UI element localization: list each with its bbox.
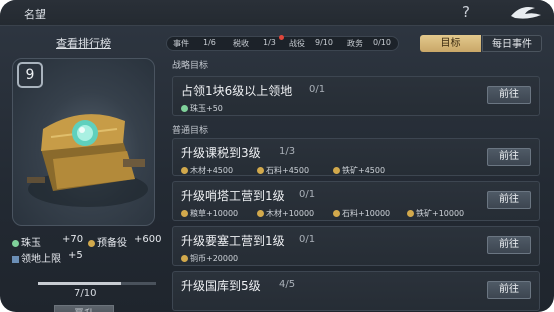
stone-icon (333, 210, 340, 217)
stat-jade-value: +70 (62, 234, 84, 245)
goal-reward: 石料+4500 (257, 165, 309, 176)
jade-icon (181, 105, 188, 112)
fame-panel: 名望 ? 查看排行榜 9 珠玉 +70 预备役 +600 领地上限 +5 7/1… (0, 0, 554, 312)
goal-row: 升级要塞工营到1级 0/1 铜币+20000 前往 (172, 226, 540, 266)
goal-count: 0/1 (309, 84, 326, 95)
stat-territory-value: +5 (68, 250, 83, 261)
tab-daily-events[interactable]: 每日事件 (482, 35, 542, 52)
stat-battle-label[interactable]: 战役 (289, 38, 305, 49)
goal-count: 0/1 (299, 234, 316, 245)
goal-reward: 粮草+10000 (181, 208, 238, 219)
stat-label: 预备役 (97, 238, 127, 249)
stat-events-value: 1/6 (203, 38, 216, 47)
notification-dot-icon (279, 35, 284, 40)
goal-name: 升级要塞工营到1级 (181, 234, 285, 248)
goal-name: 升级哨塔工营到1级 (181, 189, 285, 203)
goal-reward: 木材+10000 (257, 208, 314, 219)
goal-row: 升级国库到5级 4/5 前往 (172, 271, 540, 311)
stat-reserve: 预备役 (88, 234, 127, 249)
goal-row: 占领1块6级以上领地 0/1 珠玉+50 前往 (172, 76, 540, 116)
goal-name: 升级课税到3级 (181, 146, 261, 160)
rank-progress-bar (38, 282, 156, 285)
goal-reward: 珠玉+50 (181, 103, 223, 114)
rank-card: 9 (12, 58, 155, 226)
iron-icon (407, 210, 414, 217)
rank-panel: 查看排行榜 9 珠玉 +70 预备役 +600 领地上限 +5 7/10 (0, 26, 162, 312)
goto-button[interactable]: 前往 (487, 191, 531, 209)
stat-events-label[interactable]: 事件 (173, 38, 189, 49)
help-icon[interactable]: ? (462, 3, 470, 21)
rank-progress-fill (38, 282, 121, 285)
stat-tax-label[interactable]: 税收 (233, 38, 249, 49)
reserve-icon (88, 239, 95, 247)
jade-icon (12, 239, 19, 247)
close-icon[interactable] (505, 2, 545, 22)
goal-name: 占领1块6级以上领地 (181, 84, 293, 98)
panel-title: 名望 (24, 8, 46, 21)
copper-coin-icon (181, 255, 188, 262)
section-strategic-title: 战略目标 (172, 61, 209, 71)
goal-reward: 铁矿+10000 (407, 208, 464, 219)
grain-icon (181, 210, 188, 217)
section-normal-title: 普通目标 (172, 126, 209, 136)
stat-govern-label[interactable]: 政务 (347, 38, 363, 49)
goal-reward: 石料+10000 (333, 208, 390, 219)
goto-button[interactable]: 前往 (487, 148, 531, 166)
stat-tax-value: 1/3 (263, 38, 276, 47)
wood-icon (181, 167, 188, 174)
stat-govern-value: 0/10 (373, 38, 391, 47)
wood-icon (257, 210, 264, 217)
goto-button[interactable]: 前往 (487, 281, 531, 299)
goal-count: 1/3 (279, 146, 296, 157)
iron-icon (333, 167, 340, 174)
stat-label: 珠玉 (21, 238, 41, 249)
tab-goals[interactable]: 目标 (420, 35, 481, 52)
stat-label: 领地上限 (21, 254, 61, 265)
goal-count: 4/5 (279, 279, 296, 290)
stone-icon (257, 167, 264, 174)
promote-button[interactable]: 晋升 (54, 305, 114, 312)
stat-battle-value: 9/10 (315, 38, 333, 47)
goal-reward: 铁矿+4500 (333, 165, 385, 176)
goal-row: 升级哨塔工营到1级 0/1 粮草+10000 木材+10000 石料+10000… (172, 181, 540, 221)
territory-icon (12, 255, 19, 263)
stat-jade: 珠玉 (12, 234, 41, 249)
goal-name: 升级国库到5级 (181, 279, 261, 293)
rank-progress-text: 7/10 (74, 288, 97, 299)
goto-button[interactable]: 前往 (487, 86, 531, 104)
goal-row: 升级课税到3级 1/3 木材+4500 石料+4500 铁矿+4500 前往 (172, 138, 540, 176)
goal-count: 0/1 (299, 189, 316, 200)
goto-button[interactable]: 前往 (487, 236, 531, 254)
stat-reserve-value: +600 (134, 234, 162, 245)
view-rank-link[interactable]: 查看排行榜 (56, 35, 111, 51)
category-progress-bar: 事件 1/6 税收 1/3 战役 9/10 政务 0/10 (166, 35, 399, 51)
goal-reward: 铜币+20000 (181, 253, 238, 264)
top-bar: 名望 ? (0, 0, 554, 26)
rank-level-badge: 9 (17, 62, 43, 88)
goal-reward: 木材+4500 (181, 165, 233, 176)
stat-territory: 领地上限 (12, 250, 61, 265)
